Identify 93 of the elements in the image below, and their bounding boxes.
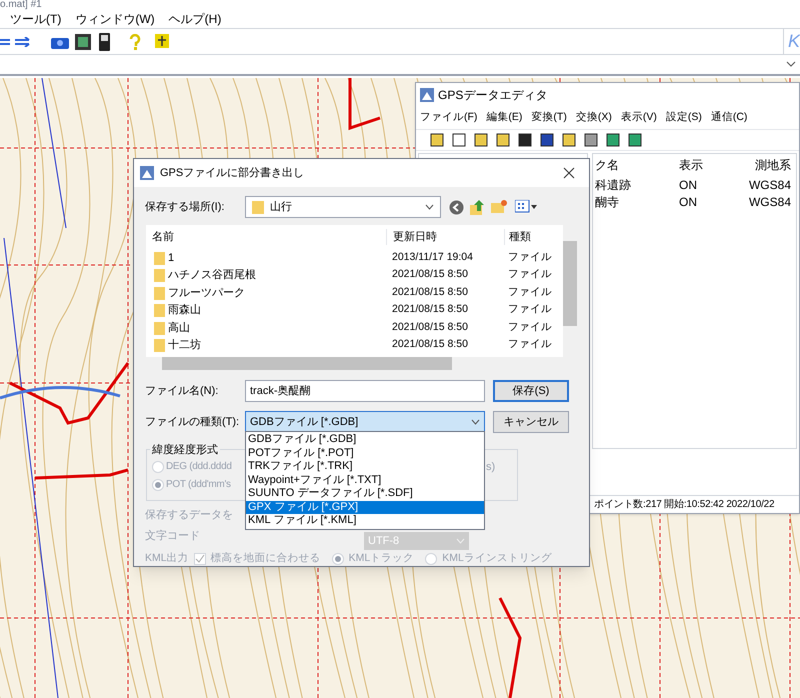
- table-cell-text: 醐寺: [594, 194, 620, 210]
- file-type: ファイル: [507, 337, 552, 352]
- back-icon[interactable]: [449, 200, 464, 214]
- radio-button[interactable]: [332, 552, 344, 565]
- cancel-button[interactable]: キャンセル: [493, 411, 569, 433]
- column-header[interactable]: 測地系: [731, 156, 791, 174]
- status-text: ポイント数:217 開始:10:52:42 2022/10/22: [594, 498, 774, 512]
- menu-item[interactable]: 編集(E): [486, 110, 522, 126]
- column-header[interactable]: ク名: [593, 156, 679, 174]
- file-date: 2021/08/15 8:50: [391, 320, 469, 335]
- menu-item[interactable]: 交換(X): [576, 110, 612, 126]
- radio-button[interactable]: [425, 552, 438, 565]
- table-cell-text: 科遺跡: [594, 176, 632, 194]
- file-name: 1: [168, 250, 174, 266]
- menu-item[interactable]: 表示(V): [620, 110, 657, 126]
- file-type: ファイル: [507, 284, 552, 300]
- table-cell-text: WGS84: [748, 176, 791, 194]
- new-folder-icon[interactable]: [491, 200, 507, 214]
- device-icon[interactable]: [99, 32, 111, 50]
- column-header[interactable]: 種類: [504, 228, 554, 246]
- table-cell-text: ON: [679, 194, 698, 210]
- menu-item[interactable]: ヘルプ(H): [168, 10, 222, 28]
- radio-label: POT (ddd'mm's: [166, 478, 231, 492]
- radio-label: KMLラインストリング: [442, 551, 552, 566]
- field-label: ファイル名(N):: [145, 384, 220, 399]
- file-date: 2021/08/15 8:50: [391, 284, 469, 300]
- save-button[interactable]: 保存(S): [493, 380, 569, 402]
- file-name: 十二坊: [168, 338, 201, 353]
- file-date: 2013/11/17 19:04: [391, 250, 474, 265]
- close-icon: [563, 167, 575, 179]
- file-type: ファイル: [507, 302, 552, 318]
- column-header[interactable]: 表示: [679, 156, 731, 174]
- location-dropdown[interactable]: 山行: [245, 196, 441, 218]
- arrow-icon[interactable]: [0, 36, 12, 46]
- menu-item[interactable]: 変換(T): [531, 110, 567, 126]
- menu-item[interactable]: 設定(S): [666, 110, 702, 126]
- up-folder-icon[interactable]: [470, 200, 485, 214]
- file-type-option[interactable]: Waypoint+ファイル [*.TXT]: [246, 474, 484, 487]
- chevron-icon: [471, 419, 480, 425]
- data-label: 保存するデータを: [145, 508, 233, 523]
- file-row[interactable]: ハチノス谷西尾根 2021/08/15 8:50 ファイル: [146, 266, 562, 284]
- view-menu-icon[interactable]: [515, 200, 537, 214]
- chevron-icon: [456, 538, 465, 544]
- file-type-option[interactable]: GDBファイル [*.GDB]: [246, 433, 484, 446]
- file-type: ファイル: [507, 267, 552, 282]
- radio-label: s): [486, 460, 496, 475]
- column-header[interactable]: 名前: [146, 228, 386, 246]
- app-icon: [140, 166, 154, 180]
- column-header[interactable]: 更新日時: [386, 228, 504, 246]
- file-name: 雨森山: [168, 303, 201, 318]
- file-type-dropdown[interactable]: GDBファイル [*.GDB]: [245, 411, 485, 433]
- app-icon: [420, 88, 434, 102]
- file-row[interactable]: フルーツパーク 2021/08/15 8:50 ファイル: [146, 284, 562, 302]
- file-name: フルーツパーク: [168, 286, 245, 300]
- table-cell-text: WGS84: [748, 194, 791, 210]
- file-row[interactable]: 高山 2021/08/15 8:50 ファイル: [146, 319, 562, 336]
- file-date: 2021/08/15 8:50: [391, 267, 469, 282]
- encoding-label: 文字コード: [145, 528, 200, 544]
- file-name: ハチノス谷西尾根: [168, 268, 256, 283]
- file-date: 2021/08/15 8:50: [391, 302, 469, 318]
- file-type-option[interactable]: GPX ファイル [*.GPX]: [246, 500, 484, 514]
- file-type: ファイル: [507, 320, 552, 335]
- chevron-icon: [425, 204, 434, 210]
- radio-label: DEG (ddd.dddd: [166, 460, 232, 474]
- dialog-title: GPSファイルに部分書き出し: [160, 166, 304, 181]
- menu-item[interactable]: 通信(C): [710, 110, 748, 126]
- menu-item[interactable]: ツール(T): [10, 10, 62, 28]
- radio-label: KMLトラック: [348, 551, 414, 566]
- file-type-option[interactable]: SUUNTO データファイル [*.SDF]: [246, 487, 484, 500]
- film-icon[interactable]: [75, 34, 91, 50]
- menu-item[interactable]: ウィンドウ(W): [75, 10, 155, 28]
- menu-item[interactable]: ファイル(F): [420, 110, 478, 126]
- checkbox[interactable]: [194, 552, 206, 565]
- radio-button[interactable]: [152, 478, 164, 490]
- kml-label: KML出力: [145, 551, 189, 566]
- window-title: o.mat] #1: [0, 0, 42, 10]
- file-row[interactable]: 雨森山 2021/08/15 8:50 ファイル: [146, 302, 562, 319]
- filename-field[interactable]: track-奥醍醐: [245, 380, 485, 402]
- file-type-option[interactable]: POTファイル [*.POT]: [246, 446, 484, 460]
- file-type: ファイル: [507, 250, 552, 265]
- arrow-icon[interactable]: [15, 36, 31, 46]
- field-label: 保存する場所(I):: [145, 200, 226, 215]
- file-type-option[interactable]: TRKファイル [*.TRK]: [246, 460, 484, 474]
- window-title: GPSデータエディタ: [438, 87, 548, 104]
- checkbox-label: 標高を地面に合わせる: [210, 551, 321, 566]
- file-date: 2021/08/15 8:50: [391, 337, 469, 352]
- file-row[interactable]: 十二坊 2021/08/15 8:50 ファイル: [146, 336, 562, 354]
- file-type-option[interactable]: KML ファイル [*.KML]: [246, 514, 484, 528]
- radio-button[interactable]: [152, 460, 164, 472]
- file-name: 高山: [168, 320, 190, 336]
- file-row[interactable]: 1 2013/11/17 19:04 ファイル: [146, 249, 562, 266]
- field-label: ファイルの種類(T):: [145, 414, 240, 430]
- table-cell-text: ON: [679, 176, 698, 194]
